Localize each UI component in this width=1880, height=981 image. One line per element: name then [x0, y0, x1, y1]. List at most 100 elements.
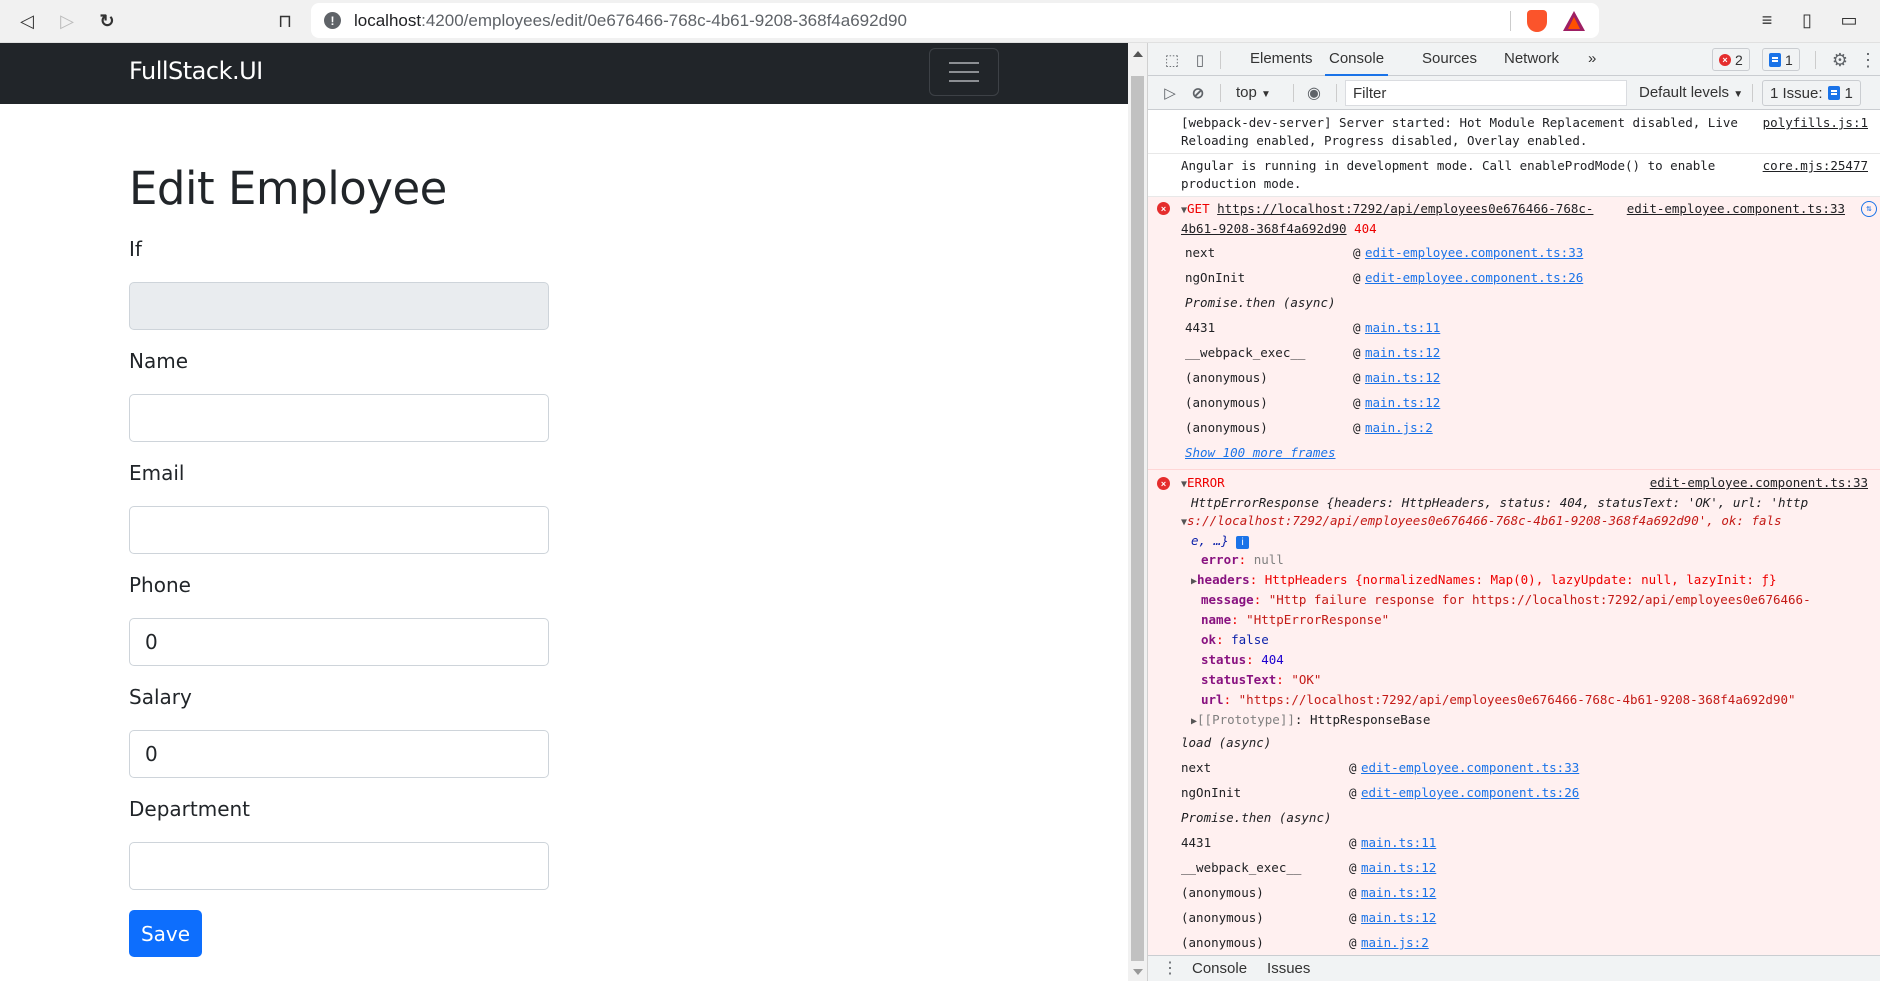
url-text[interactable]: localhost:4200/employees/edit/0e676466-7… — [354, 11, 907, 31]
web-page: FullStack.UI Edit Employee If Name Email… — [0, 43, 1128, 981]
frame-link[interactable]: main.js:2 — [1365, 415, 1433, 440]
hamburger-line — [949, 71, 979, 73]
tab-elements[interactable]: Elements — [1250, 43, 1313, 76]
reload-icon[interactable]: ↻ — [94, 8, 120, 34]
stack-frame: __webpack_exec__ @ main.ts:12 — [1181, 855, 1880, 880]
console-message: [webpack-dev-server] Server started: Hot… — [1148, 111, 1880, 154]
stack-frame: (anonymous) @ main.ts:12 — [1181, 880, 1880, 905]
navbar-toggler[interactable] — [929, 48, 999, 96]
brave-shields-icon[interactable] — [1527, 10, 1547, 32]
back-icon[interactable]: ◁ — [14, 8, 40, 34]
frame-link[interactable]: main.ts:12 — [1365, 365, 1440, 390]
info-icon[interactable]: i — [1236, 536, 1250, 549]
divider — [1220, 51, 1221, 69]
async-marker: load (async) — [1181, 735, 1272, 750]
frame-link[interactable]: edit-employee.component.ts:33 — [1365, 240, 1583, 265]
bookmark-icon[interactable]: ⊓ — [272, 8, 298, 34]
sidebar-icon[interactable]: ▯ — [1796, 9, 1818, 31]
context-select[interactable]: top ▼ — [1236, 84, 1271, 101]
email-input[interactable] — [129, 506, 549, 554]
frame-link[interactable]: main.ts:12 — [1361, 905, 1436, 930]
source-link[interactable]: edit-employee.component.ts:33 — [1627, 200, 1845, 218]
salary-input[interactable] — [129, 730, 549, 778]
message-icon — [1827, 86, 1840, 100]
drawer-tab-console[interactable]: Console — [1192, 960, 1247, 977]
scroll-thumb[interactable] — [1131, 76, 1144, 961]
settings-gear-icon[interactable]: ⚙ — [1830, 50, 1850, 70]
field-name: Name — [129, 350, 549, 442]
message-count-badge[interactable]: 1 — [1762, 48, 1800, 71]
forward-icon[interactable]: ▷ — [54, 8, 80, 34]
phone-input[interactable] — [129, 618, 549, 666]
async-marker: Promise.then (async) — [1181, 810, 1332, 825]
clear-console-icon[interactable]: ⊘ — [1188, 83, 1208, 103]
wallet-icon[interactable]: ▭ — [1838, 9, 1860, 31]
property-row: status: 404 — [1201, 652, 1284, 667]
brave-rewards-icon[interactable] — [1563, 11, 1585, 31]
field-salary: Salary — [129, 686, 549, 778]
address-bar[interactable]: ! localhost:4200/employees/edit/0e676466… — [311, 3, 1599, 38]
property-row: message: "Http failure response for http… — [1201, 592, 1811, 607]
frame-link[interactable]: main.ts:11 — [1361, 830, 1436, 855]
frame-link[interactable]: main.ts:12 — [1365, 340, 1440, 365]
playlist-icon[interactable]: ≡ — [1756, 9, 1778, 31]
tab-console[interactable]: Console — [1325, 43, 1389, 76]
scroll-up-icon[interactable] — [1133, 51, 1143, 57]
sidebar-toggle-icon[interactable]: ▷ — [1160, 83, 1180, 103]
request-url-link[interactable]: https://localhost:7292/api/employees0e67… — [1181, 201, 1593, 236]
name-input[interactable] — [129, 394, 549, 442]
stack-frame: 4431 @ main.ts:11 — [1181, 830, 1880, 855]
error-icon: × — [1157, 477, 1170, 490]
divider — [1510, 11, 1511, 31]
field-phone: Phone — [129, 574, 549, 666]
field-email: Email — [129, 462, 549, 554]
drawer-menu-icon[interactable]: ⋮ — [1162, 960, 1178, 977]
issues-button[interactable]: 1 Issue: 1 — [1762, 80, 1861, 106]
property-row[interactable]: ▶headers: HttpHeaders {normalizedNames: … — [1191, 570, 1880, 590]
save-button[interactable]: Save — [129, 910, 202, 957]
console-error-object: × ▼ERROR edit-employee.component.ts:33 H… — [1148, 470, 1880, 955]
frame-link[interactable]: main.ts:12 — [1361, 880, 1436, 905]
source-link[interactable]: polyfills.js:1 — [1763, 114, 1868, 132]
live-expression-eye-icon[interactable]: ◉ — [1304, 83, 1324, 103]
frame-link[interactable]: main.ts:11 — [1365, 315, 1440, 340]
source-link[interactable]: edit-employee.component.ts:33 — [1650, 474, 1868, 492]
inspect-element-icon[interactable]: ⬚ — [1162, 50, 1182, 70]
stack-trace: load (async) next @ edit-employee.componen… — [1181, 730, 1880, 955]
frame-link[interactable]: main.ts:12 — [1361, 855, 1436, 880]
site-info-icon[interactable]: ! — [324, 12, 341, 29]
frame-link[interactable]: main.js:2 — [1361, 930, 1429, 955]
stack-trace: next @ edit-employee.component.ts:33 ngOnI… — [1181, 240, 1880, 465]
frame-link[interactable]: main.ts:12 — [1365, 390, 1440, 415]
log-levels-select[interactable]: Default levels ▼ — [1639, 84, 1743, 101]
browser-toolbar: ◁ ▷ ↻ ⊓ ! localhost:4200/employees/edit/… — [0, 0, 1880, 43]
field-label: Salary — [129, 685, 192, 709]
frame-link[interactable]: edit-employee.component.ts:26 — [1361, 780, 1579, 805]
hamburger-line — [949, 80, 979, 82]
property-row[interactable]: ▶[[Prototype]]: HttpResponseBase — [1191, 710, 1880, 730]
more-tabs-icon[interactable]: » — [1588, 43, 1596, 76]
tab-sources[interactable]: Sources — [1422, 43, 1477, 76]
filter-input[interactable] — [1345, 80, 1627, 106]
field-department: Department — [129, 798, 549, 890]
tab-network[interactable]: Network — [1504, 43, 1559, 76]
dropdown-arrow-icon: ▼ — [1261, 89, 1271, 100]
show-more-frames-link[interactable]: Show 100 more frames — [1185, 440, 1880, 465]
error-object-summary[interactable]: HttpErrorResponse {headers: HttpHeaders,… — [1181, 494, 1880, 512]
frame-link[interactable]: edit-employee.component.ts:26 — [1365, 265, 1583, 290]
devtools-drawer: ⋮ Console Issues — [1148, 955, 1880, 981]
async-marker: Promise.then (async) — [1185, 295, 1336, 310]
error-count-badge[interactable]: × 2 — [1712, 48, 1750, 71]
page-scrollbar[interactable] — [1128, 43, 1147, 981]
network-request-icon[interactable]: ⇅ — [1861, 201, 1877, 217]
more-options-icon[interactable]: ⋮ — [1858, 50, 1878, 70]
field-id: If — [129, 238, 549, 330]
brand-link[interactable]: FullStack.UI — [129, 57, 263, 85]
department-input[interactable] — [129, 842, 549, 890]
frame-link[interactable]: edit-employee.component.ts:33 — [1361, 755, 1579, 780]
device-toolbar-icon[interactable]: ▯ — [1190, 50, 1210, 70]
source-link[interactable]: core.mjs:25477 — [1763, 157, 1868, 175]
scroll-down-icon[interactable] — [1133, 969, 1143, 975]
drawer-tab-issues[interactable]: Issues — [1267, 960, 1310, 977]
navbar: FullStack.UI — [0, 43, 1128, 104]
